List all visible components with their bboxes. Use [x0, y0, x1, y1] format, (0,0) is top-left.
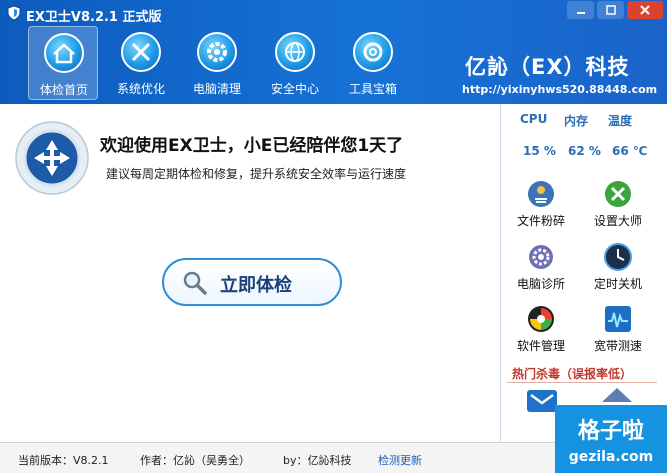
- brand-name: 亿訫（EX）科技: [465, 55, 630, 79]
- stat-memory-value: 62 %: [568, 144, 601, 158]
- software-icon: [528, 306, 554, 332]
- tip-text: 建议每周定期体检和修复，提升系统安全效率与运行速度: [106, 167, 407, 181]
- divider: [507, 382, 657, 383]
- watermark: 格子啦 gezila.com: [555, 405, 667, 473]
- maximize-button[interactable]: [597, 1, 624, 19]
- settings-master-icon: [605, 181, 631, 207]
- nav-security[interactable]: 安全中心: [260, 26, 330, 100]
- home-icon: [44, 33, 84, 73]
- nav-optimize[interactable]: 系统优化: [106, 26, 176, 100]
- close-icon: [640, 5, 650, 15]
- minimize-icon: [576, 12, 585, 14]
- welcome-text: 欢迎使用EX卫士，小E已经陪伴您1天了: [100, 136, 404, 156]
- globe-icon: [275, 32, 315, 72]
- tools-icon: [121, 32, 161, 72]
- version-text: 当前版本：V8.2.1: [18, 454, 109, 467]
- start-checkup-button[interactable]: 立即体检: [162, 258, 342, 306]
- nav-home[interactable]: 体检首页: [28, 26, 98, 100]
- shield-icon: [15, 121, 89, 195]
- company-text: by：亿訫科技: [283, 454, 352, 467]
- window-title: EX卫士V8.2.1 正式版: [26, 10, 162, 25]
- stat-cpu-value: 15 %: [523, 144, 556, 158]
- header: EX卫士V8.2.1 正式版 体检首页 系统优化 电脑清理 安全中心 工具宝箱 …: [0, 0, 667, 104]
- close-button[interactable]: [627, 1, 663, 19]
- tool-pc-clinic[interactable]: 电脑诊所: [506, 242, 576, 298]
- check-update-link[interactable]: 检测更新: [378, 452, 422, 468]
- gear-icon: [197, 32, 237, 72]
- nav-label: 系统优化: [116, 82, 165, 96]
- tool-label: 软件管理: [516, 339, 565, 353]
- maximize-icon: [605, 5, 616, 15]
- nav-label: 体检首页: [39, 83, 88, 97]
- tool-label: 定时关机: [593, 277, 642, 291]
- stat-memory-label: 内存: [564, 114, 589, 128]
- tool-speedtest[interactable]: 宽带测速: [583, 304, 653, 360]
- nav-clean[interactable]: 电脑清理: [182, 26, 252, 100]
- shred-icon: [528, 181, 554, 207]
- toolbox-icon: [353, 32, 393, 72]
- tool-label: 文件粉碎: [516, 214, 565, 228]
- stat-temp-value: 66 ℃: [612, 144, 648, 158]
- antivirus-shield-icon[interactable]: [600, 386, 634, 404]
- gear-icon: [529, 245, 553, 269]
- stat-cpu-label: CPU: [520, 112, 548, 126]
- app-logo-icon: [7, 5, 21, 21]
- antivirus-mail-icon[interactable]: [526, 388, 558, 412]
- nav-label: 安全中心: [270, 82, 319, 96]
- tool-timed-shutdown[interactable]: 定时关机: [583, 242, 653, 298]
- stat-temp-label: 温度: [608, 114, 633, 128]
- speedtest-icon: [605, 306, 631, 332]
- nav-label: 工具宝箱: [348, 82, 397, 96]
- watermark-text: 格子啦: [577, 419, 644, 444]
- clock-icon: [604, 243, 632, 271]
- minimize-button[interactable]: [567, 1, 594, 19]
- author-text: 作者：亿訫（吴勇全）: [140, 454, 250, 467]
- tool-software-manager[interactable]: 软件管理: [506, 304, 576, 360]
- tool-label: 设置大师: [593, 214, 642, 228]
- magnifier-icon: [183, 271, 207, 295]
- brand-url[interactable]: http://yixinyhws520.88448.com: [462, 83, 657, 96]
- tool-label: 宽带测速: [593, 339, 642, 353]
- hot-antivirus-title: 热门杀毒（误报率低）: [512, 367, 633, 381]
- nav-label: 电脑清理: [192, 82, 241, 96]
- watermark-url: gezila.com: [568, 449, 654, 465]
- tool-file-shred[interactable]: 文件粉碎: [506, 179, 576, 235]
- tool-settings-master[interactable]: 设置大师: [583, 179, 653, 235]
- start-checkup-label: 立即体检: [220, 275, 292, 296]
- app-window: EX卫士V8.2.1 正式版 体检首页 系统优化 电脑清理 安全中心 工具宝箱 …: [0, 0, 667, 473]
- tool-label: 电脑诊所: [516, 277, 565, 291]
- nav-toolbox[interactable]: 工具宝箱: [338, 26, 408, 100]
